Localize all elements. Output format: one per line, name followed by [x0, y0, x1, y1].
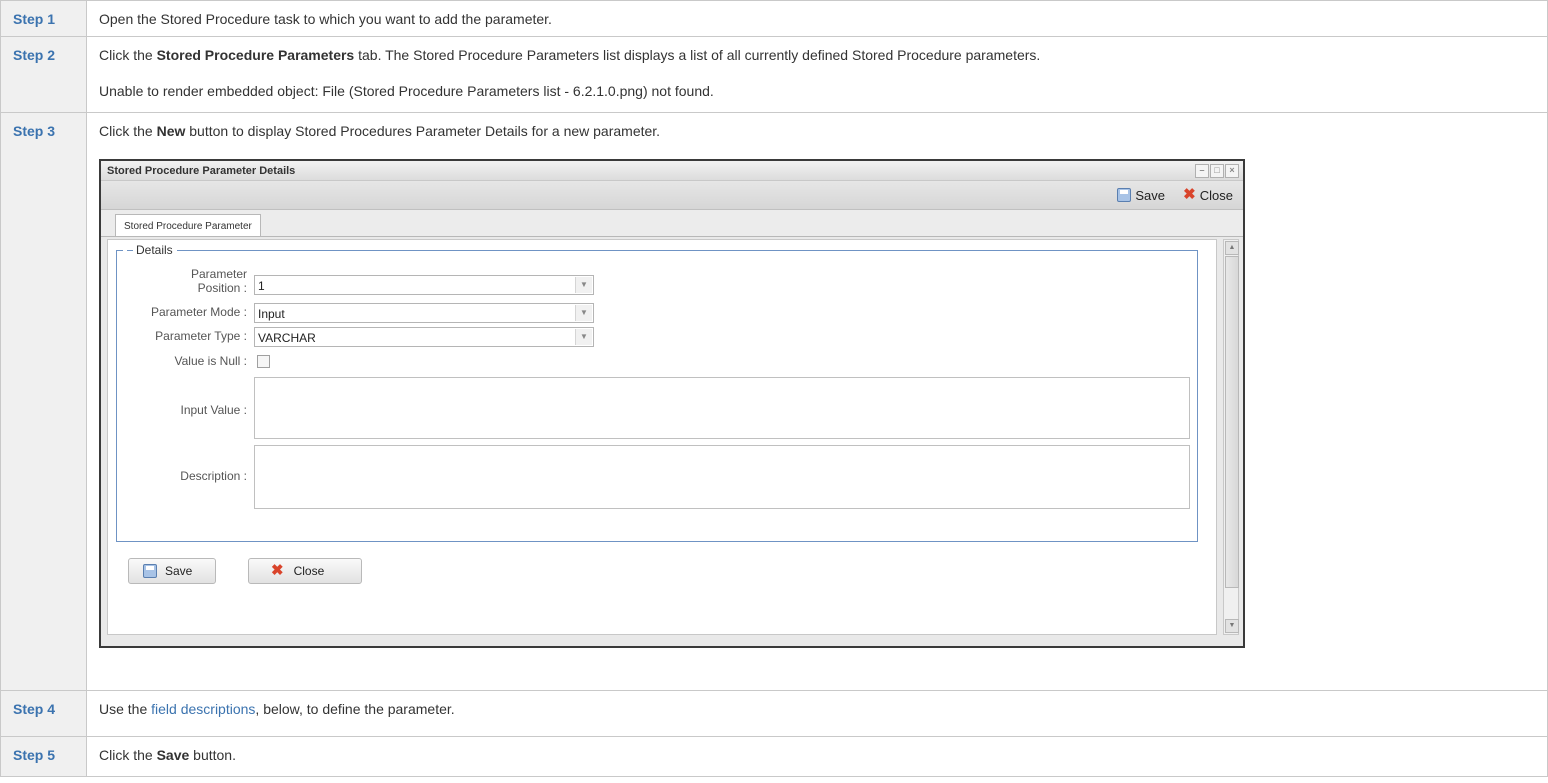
- chevron-down-icon[interactable]: ▼: [575, 305, 592, 321]
- scrollbar-thumb[interactable]: [1225, 256, 1239, 588]
- details-fieldset: Details Parameter Position : 1 ▼ Paramet…: [116, 243, 1198, 542]
- step-text: Use the field descriptions, below, to de…: [86, 690, 1548, 737]
- step-text: Open the Stored Procedure task to which …: [86, 0, 1548, 37]
- step-text: Click the Stored Procedure Parameters ta…: [86, 36, 1548, 113]
- step-row-3: Step 3 Click the New button to display S…: [0, 112, 1548, 691]
- minimize-icon[interactable]: –: [1195, 164, 1209, 178]
- parameter-type-select[interactable]: VARCHAR ▼: [254, 327, 594, 347]
- parameter-type-label: Parameter Type :: [155, 329, 247, 343]
- step-label: Step 4: [0, 690, 87, 737]
- vertical-scrollbar[interactable]: ▲ ▼: [1223, 239, 1239, 635]
- parameter-position-select[interactable]: 1 ▼: [254, 275, 594, 295]
- save-icon: [143, 564, 157, 578]
- value-is-null-checkbox[interactable]: [257, 355, 270, 368]
- save-icon: [1117, 188, 1132, 202]
- maximize-icon[interactable]: □: [1210, 164, 1224, 178]
- dialog-title-bar[interactable]: Stored Procedure Parameter Details – □ ×: [101, 161, 1243, 181]
- close-icon: ✖: [271, 562, 284, 579]
- field-descriptions-link[interactable]: field descriptions: [151, 701, 255, 717]
- step-label: Step 5: [0, 736, 87, 777]
- description-label: Description :: [180, 469, 247, 483]
- step-1-text: Open the Stored Procedure task to which …: [99, 11, 552, 27]
- bottom-save-button[interactable]: Save: [128, 558, 216, 584]
- tab-name: Stored Procedure Parameters: [156, 47, 355, 63]
- scroll-down-icon[interactable]: ▼: [1225, 619, 1239, 633]
- value-is-null-label: Value is Null :: [174, 354, 247, 368]
- tab-stored-procedure-parameter[interactable]: Stored Procedure Parameter: [115, 214, 261, 236]
- step-row-4: Step 4 Use the field descriptions, below…: [0, 690, 1548, 737]
- dialog-title: Stored Procedure Parameter Details: [107, 165, 296, 177]
- dialog-tabbar: Stored Procedure Parameter: [101, 210, 1243, 237]
- close-window-icon[interactable]: ×: [1225, 164, 1239, 178]
- parameter-position-label: Parameter Position :: [190, 267, 247, 295]
- details-legend: Details: [123, 243, 177, 257]
- description-textarea[interactable]: [254, 445, 1190, 509]
- window-controls: – □ ×: [1195, 164, 1239, 178]
- step-row-1: Step 1 Open the Stored Procedure task to…: [0, 0, 1548, 37]
- step-label: Step 1: [0, 0, 87, 37]
- scroll-up-icon[interactable]: ▲: [1225, 241, 1239, 255]
- dialog-toolbar: Save ✖ Close: [101, 181, 1243, 210]
- chevron-down-icon[interactable]: ▼: [575, 277, 592, 293]
- parameter-mode-select[interactable]: Input ▼: [254, 303, 594, 323]
- parameter-details-dialog: Stored Procedure Parameter Details – □ ×…: [99, 159, 1245, 648]
- step-label: Step 3: [0, 112, 87, 691]
- input-value-label: Input Value :: [180, 403, 248, 417]
- dialog-content: Details Parameter Position : 1 ▼ Paramet…: [107, 239, 1217, 635]
- chevron-down-icon[interactable]: ▼: [575, 329, 592, 345]
- button-name: Save: [156, 747, 190, 763]
- step-text: Click the New button to display Stored P…: [86, 112, 1548, 691]
- input-value-textarea[interactable]: [254, 377, 1190, 439]
- toolbar-close-button[interactable]: ✖ Close: [1179, 185, 1237, 205]
- parameter-mode-label: Parameter Mode :: [150, 305, 247, 319]
- step-label: Step 2: [0, 36, 87, 113]
- bottom-close-button[interactable]: ✖ Close: [248, 558, 362, 584]
- toolbar-save-button[interactable]: Save: [1113, 185, 1169, 205]
- step-row-5: Step 5 Click the Save button.: [0, 736, 1548, 777]
- button-name: New: [156, 123, 186, 139]
- missing-image-note: Unable to render embedded object: File (…: [99, 83, 714, 99]
- close-icon: ✖: [1183, 186, 1196, 203]
- steps-table: Step 1 Open the Stored Procedure task to…: [0, 0, 1548, 777]
- step-row-2: Step 2 Click the Stored Procedure Parame…: [0, 36, 1548, 113]
- step-text: Click the Save button.: [86, 736, 1548, 777]
